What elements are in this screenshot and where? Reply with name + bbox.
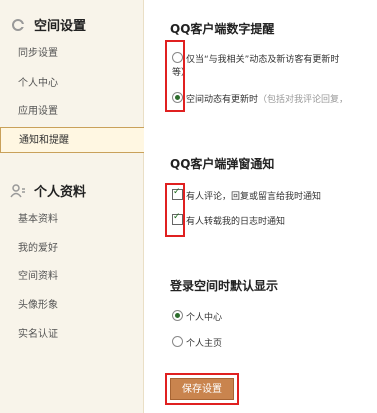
nav-basic-info[interactable]: 基本资料	[0, 207, 143, 233]
nav-hobbies[interactable]: 我的爱好	[0, 236, 143, 262]
person-icon	[10, 183, 25, 197]
sidebar: 空间设置 同步设置 个人中心 应用设置 通知和提醒 个人资料 基本资料 我的爱好…	[0, 0, 144, 413]
nav-avatar[interactable]: 头像形象	[0, 293, 143, 319]
nav-real-name[interactable]: 实名认证	[0, 322, 143, 348]
reminder-option-all-note: （包括对我评论回复，	[258, 95, 349, 105]
reminder-option-all[interactable]: 空间动态有更新时（包括对我评论回复，	[172, 92, 348, 105]
highlight-box-checkboxes	[165, 183, 185, 237]
reminder-option-related[interactable]: 仅当“与我相关”动态及新访客有更新时	[172, 52, 339, 65]
personal-info-heading: 个人资料	[10, 181, 86, 200]
popup-check-comment-label: 有人评论，回复或留言给我时通知	[186, 192, 322, 202]
nav-space-profile[interactable]: 空间资料	[0, 264, 143, 290]
nav-notifications[interactable]: 通知和提醒	[0, 127, 144, 153]
login-default-title: 登录空间时默认显示	[170, 279, 279, 293]
popup-check-comment[interactable]: 有人评论，回复或留言给我时通知	[172, 187, 322, 202]
login-default-home[interactable]: 个人主页	[172, 336, 222, 349]
save-button[interactable]: 保存设置	[170, 378, 234, 400]
reminder-option-all-label: 空间动态有更新时	[186, 95, 259, 105]
nav-sync-settings[interactable]: 同步设置	[0, 41, 143, 67]
nav-personal-center[interactable]: 个人中心	[0, 71, 143, 97]
personal-info-title: 个人资料	[34, 185, 87, 200]
space-settings-title: 空间设置	[34, 19, 87, 34]
space-settings-heading: 空间设置	[10, 15, 86, 34]
digit-reminder-title: QQ客户端数字提醒	[170, 22, 275, 36]
login-default-center[interactable]: 个人中心	[172, 310, 222, 323]
reminder-option-related-label: 仅当“与我相关”动态及新访客有更新时	[186, 55, 340, 65]
radio-personal-home[interactable]	[172, 336, 183, 347]
settings-main: QQ客户端数字提醒 仅当“与我相关”动态及新访客有更新时 等） 空间动态有更新时…	[160, 0, 377, 413]
highlight-box-radios	[165, 40, 185, 112]
popup-check-repost-label: 有人转载我的日志时通知	[186, 217, 286, 227]
popup-title: QQ客户端弹窗通知	[170, 157, 275, 171]
login-default-center-label: 个人中心	[186, 313, 223, 323]
login-default-home-label: 个人主页	[186, 339, 223, 349]
nav-app-settings[interactable]: 应用设置	[0, 99, 143, 125]
gear-icon	[12, 18, 26, 31]
radio-personal-center[interactable]	[172, 310, 183, 321]
popup-check-repost[interactable]: 有人转载我的日志时通知	[172, 212, 286, 227]
